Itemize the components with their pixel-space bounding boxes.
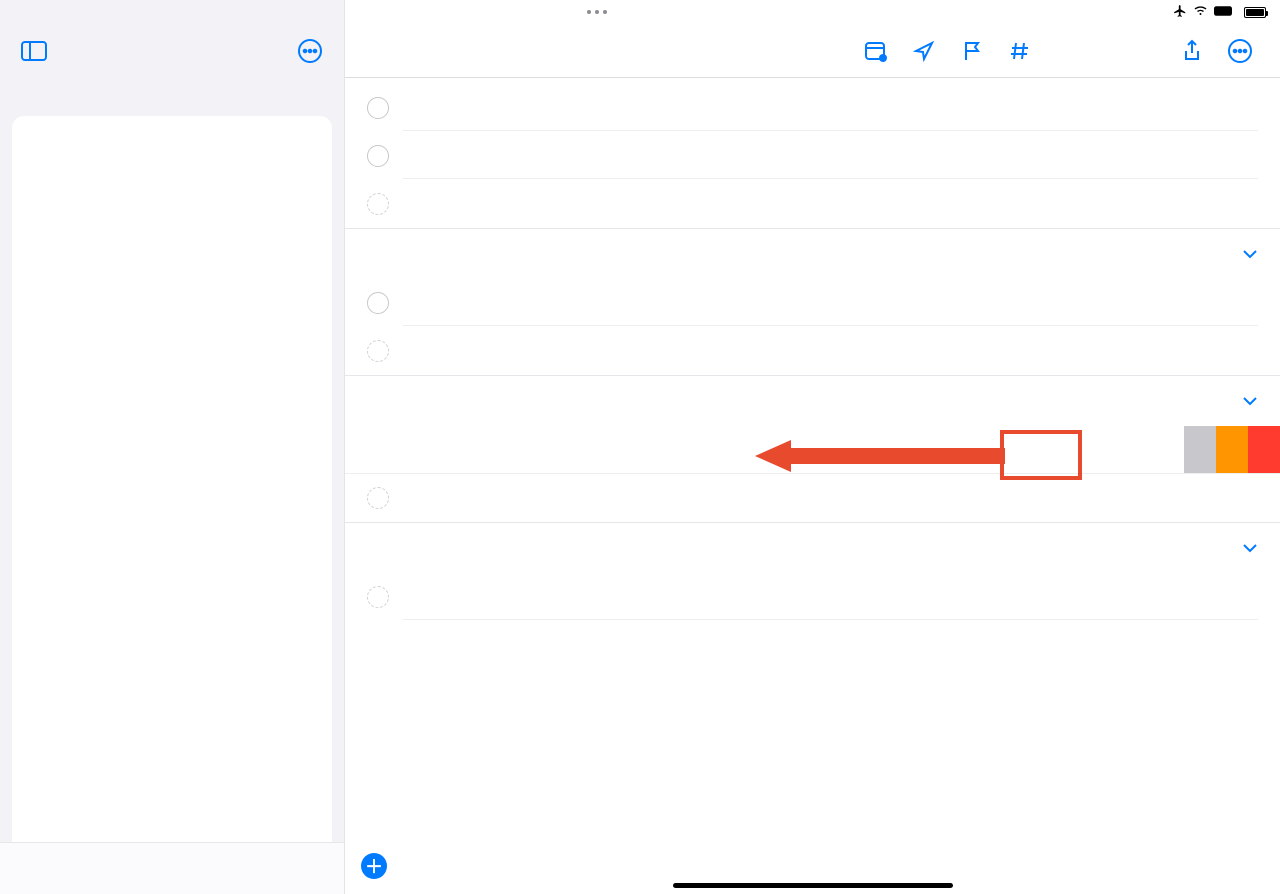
swipe-detail-button[interactable] <box>1184 426 1216 473</box>
location-button[interactable] <box>902 31 946 71</box>
add-placeholder-icon[interactable] <box>367 340 389 362</box>
share-button[interactable] <box>1170 31 1214 71</box>
reminder-item-placeholder[interactable] <box>345 180 1280 228</box>
main-pane: ＋ <box>345 0 1280 894</box>
annotation-highlight-box <box>1000 430 1082 480</box>
reminder-item[interactable] <box>345 132 1280 180</box>
new-item-button[interactable]: ＋ <box>361 853 397 879</box>
more-button[interactable] <box>294 35 326 67</box>
sidebar <box>0 0 345 894</box>
reminder-item-placeholder[interactable] <box>345 573 1280 621</box>
tag-button[interactable] <box>998 31 1042 71</box>
checkbox-icon[interactable] <box>367 97 389 119</box>
reminder-item-placeholder[interactable] <box>345 474 1280 522</box>
checkbox-icon[interactable] <box>367 292 389 314</box>
chevron-down-icon[interactable] <box>1242 390 1258 412</box>
chevron-down-icon[interactable] <box>1242 537 1258 559</box>
add-placeholder-icon[interactable] <box>367 586 389 608</box>
home-indicator[interactable] <box>673 883 953 888</box>
swipe-flag-button[interactable] <box>1216 426 1248 473</box>
chevron-down-icon[interactable] <box>1242 243 1258 265</box>
item-text[interactable] <box>403 85 1258 131</box>
add-placeholder-icon[interactable] <box>367 193 389 215</box>
section-header[interactable] <box>345 375 1280 426</box>
swipe-delete-button[interactable] <box>1248 426 1280 473</box>
swiped-item-row[interactable] <box>345 426 1280 474</box>
mylists-heading <box>0 88 344 110</box>
plus-circle-icon: ＋ <box>361 853 387 879</box>
add-placeholder-icon[interactable] <box>367 487 389 509</box>
toggle-sidebar-button[interactable] <box>18 35 50 67</box>
reminder-item[interactable] <box>345 84 1280 132</box>
reminder-item[interactable] <box>345 279 1280 327</box>
reminder-item-placeholder[interactable] <box>345 327 1280 375</box>
section-header[interactable] <box>345 522 1280 573</box>
checkbox-icon[interactable] <box>367 145 389 167</box>
calendar-badge-button[interactable] <box>854 31 898 71</box>
item-text[interactable] <box>403 280 1258 326</box>
main-more-button[interactable] <box>1218 31 1262 71</box>
section-header[interactable] <box>345 228 1280 279</box>
flag-button[interactable] <box>950 31 994 71</box>
item-text[interactable] <box>403 133 1258 179</box>
